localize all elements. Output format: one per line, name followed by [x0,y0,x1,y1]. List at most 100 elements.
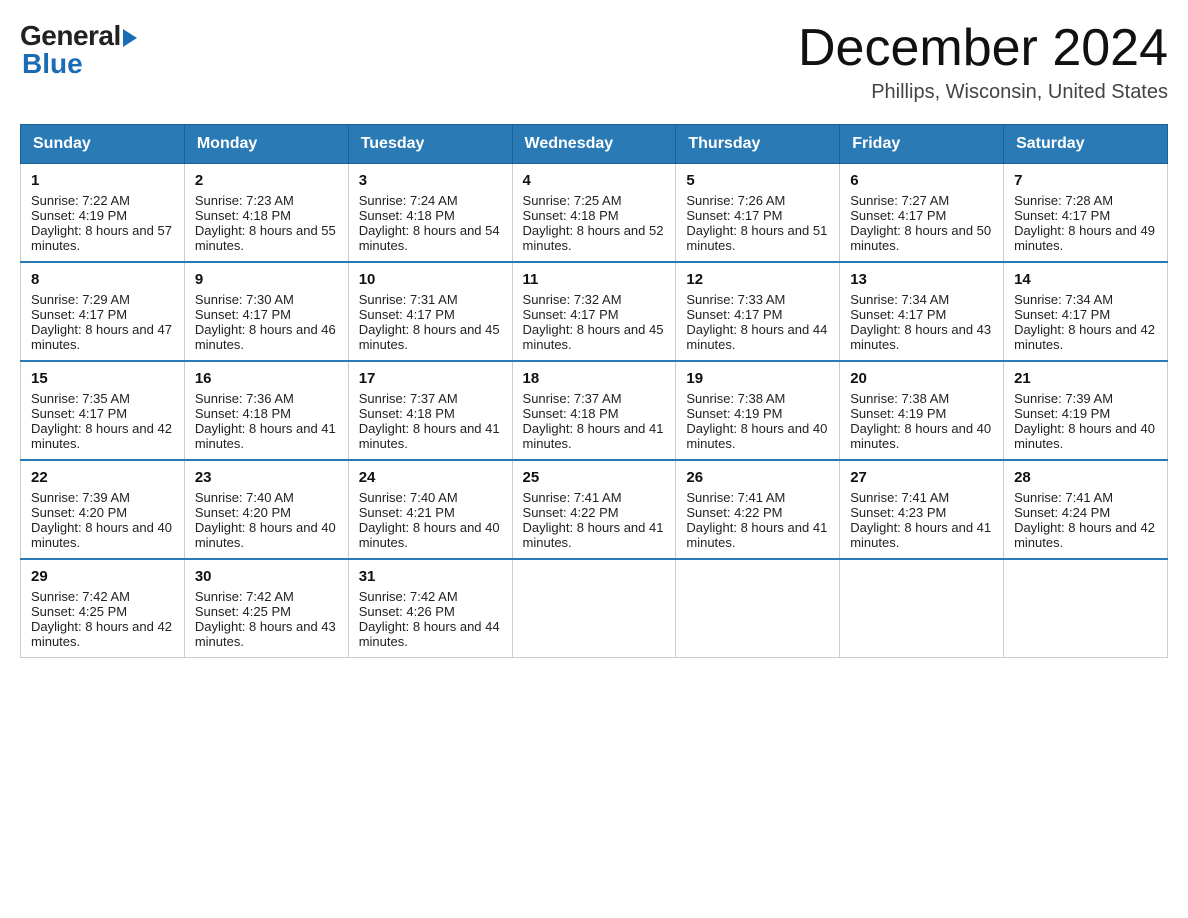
calendar-week-row: 22Sunrise: 7:39 AMSunset: 4:20 PMDayligh… [21,460,1168,559]
calendar-day-cell: 2Sunrise: 7:23 AMSunset: 4:18 PMDaylight… [184,164,348,263]
day-number: 30 [195,568,338,585]
day-number: 23 [195,469,338,486]
calendar-week-row: 15Sunrise: 7:35 AMSunset: 4:17 PMDayligh… [21,361,1168,460]
day-content: 16Sunrise: 7:36 AMSunset: 4:18 PMDayligh… [195,370,338,451]
sunrise-info: Sunrise: 7:22 AM [31,193,174,208]
calendar-day-cell: 27Sunrise: 7:41 AMSunset: 4:23 PMDayligh… [840,460,1004,559]
sunrise-info: Sunrise: 7:41 AM [850,490,993,505]
daylight-info: Daylight: 8 hours and 42 minutes. [31,421,174,451]
day-number: 20 [850,370,993,387]
daylight-info: Daylight: 8 hours and 46 minutes. [195,322,338,352]
sunrise-info: Sunrise: 7:41 AM [686,490,829,505]
sunset-info: Sunset: 4:19 PM [850,406,993,421]
day-content: 29Sunrise: 7:42 AMSunset: 4:25 PMDayligh… [31,568,174,649]
sunrise-info: Sunrise: 7:38 AM [686,391,829,406]
day-number: 7 [1014,172,1157,189]
calendar-header-wednesday: Wednesday [512,125,676,164]
calendar-day-cell: 8Sunrise: 7:29 AMSunset: 4:17 PMDaylight… [21,262,185,361]
day-content: 4Sunrise: 7:25 AMSunset: 4:18 PMDaylight… [523,172,666,253]
sunset-info: Sunset: 4:19 PM [686,406,829,421]
sunrise-info: Sunrise: 7:39 AM [1014,391,1157,406]
month-year-title: December 2024 [798,20,1168,77]
calendar-header-thursday: Thursday [676,125,840,164]
calendar-day-cell: 30Sunrise: 7:42 AMSunset: 4:25 PMDayligh… [184,559,348,658]
sunset-info: Sunset: 4:17 PM [195,307,338,322]
daylight-info: Daylight: 8 hours and 47 minutes. [31,322,174,352]
sunset-info: Sunset: 4:25 PM [31,604,174,619]
calendar-day-cell: 22Sunrise: 7:39 AMSunset: 4:20 PMDayligh… [21,460,185,559]
sunset-info: Sunset: 4:18 PM [359,406,502,421]
sunrise-info: Sunrise: 7:33 AM [686,292,829,307]
day-number: 3 [359,172,502,189]
sunrise-info: Sunrise: 7:37 AM [359,391,502,406]
calendar-header-monday: Monday [184,125,348,164]
sunrise-info: Sunrise: 7:37 AM [523,391,666,406]
day-content: 8Sunrise: 7:29 AMSunset: 4:17 PMDaylight… [31,271,174,352]
calendar-day-cell: 16Sunrise: 7:36 AMSunset: 4:18 PMDayligh… [184,361,348,460]
calendar-day-cell: 13Sunrise: 7:34 AMSunset: 4:17 PMDayligh… [840,262,1004,361]
logo-arrow-icon [123,29,137,47]
calendar-day-cell: 6Sunrise: 7:27 AMSunset: 4:17 PMDaylight… [840,164,1004,263]
sunset-info: Sunset: 4:17 PM [523,307,666,322]
sunrise-info: Sunrise: 7:25 AM [523,193,666,208]
day-content: 22Sunrise: 7:39 AMSunset: 4:20 PMDayligh… [31,469,174,550]
day-number: 13 [850,271,993,288]
sunrise-info: Sunrise: 7:40 AM [195,490,338,505]
daylight-info: Daylight: 8 hours and 54 minutes. [359,223,502,253]
day-number: 22 [31,469,174,486]
sunrise-info: Sunrise: 7:41 AM [1014,490,1157,505]
sunset-info: Sunset: 4:17 PM [359,307,502,322]
daylight-info: Daylight: 8 hours and 40 minutes. [686,421,829,451]
calendar-day-cell: 12Sunrise: 7:33 AMSunset: 4:17 PMDayligh… [676,262,840,361]
day-content: 19Sunrise: 7:38 AMSunset: 4:19 PMDayligh… [686,370,829,451]
sunset-info: Sunset: 4:18 PM [195,208,338,223]
daylight-info: Daylight: 8 hours and 44 minutes. [359,619,502,649]
sunrise-info: Sunrise: 7:28 AM [1014,193,1157,208]
daylight-info: Daylight: 8 hours and 40 minutes. [31,520,174,550]
calendar-day-cell: 25Sunrise: 7:41 AMSunset: 4:22 PMDayligh… [512,460,676,559]
day-content: 15Sunrise: 7:35 AMSunset: 4:17 PMDayligh… [31,370,174,451]
calendar-day-cell: 15Sunrise: 7:35 AMSunset: 4:17 PMDayligh… [21,361,185,460]
calendar-header-row: SundayMondayTuesdayWednesdayThursdayFrid… [21,125,1168,164]
day-content: 25Sunrise: 7:41 AMSunset: 4:22 PMDayligh… [523,469,666,550]
day-content: 13Sunrise: 7:34 AMSunset: 4:17 PMDayligh… [850,271,993,352]
day-content: 26Sunrise: 7:41 AMSunset: 4:22 PMDayligh… [686,469,829,550]
day-number: 27 [850,469,993,486]
day-number: 17 [359,370,502,387]
sunset-info: Sunset: 4:25 PM [195,604,338,619]
day-number: 26 [686,469,829,486]
calendar-day-cell: 14Sunrise: 7:34 AMSunset: 4:17 PMDayligh… [1004,262,1168,361]
sunrise-info: Sunrise: 7:40 AM [359,490,502,505]
day-number: 5 [686,172,829,189]
calendar-week-row: 29Sunrise: 7:42 AMSunset: 4:25 PMDayligh… [21,559,1168,658]
sunset-info: Sunset: 4:17 PM [686,307,829,322]
day-content: 18Sunrise: 7:37 AMSunset: 4:18 PMDayligh… [523,370,666,451]
day-content: 3Sunrise: 7:24 AMSunset: 4:18 PMDaylight… [359,172,502,253]
day-content: 30Sunrise: 7:42 AMSunset: 4:25 PMDayligh… [195,568,338,649]
daylight-info: Daylight: 8 hours and 51 minutes. [686,223,829,253]
calendar-day-cell: 7Sunrise: 7:28 AMSunset: 4:17 PMDaylight… [1004,164,1168,263]
daylight-info: Daylight: 8 hours and 43 minutes. [195,619,338,649]
calendar-day-cell: 4Sunrise: 7:25 AMSunset: 4:18 PMDaylight… [512,164,676,263]
sunset-info: Sunset: 4:22 PM [686,505,829,520]
sunrise-info: Sunrise: 7:38 AM [850,391,993,406]
sunset-info: Sunset: 4:18 PM [523,406,666,421]
title-block: December 2024 Phillips, Wisconsin, Unite… [798,20,1168,104]
daylight-info: Daylight: 8 hours and 41 minutes. [523,421,666,451]
logo: General Blue [20,20,137,80]
day-content: 23Sunrise: 7:40 AMSunset: 4:20 PMDayligh… [195,469,338,550]
day-content: 6Sunrise: 7:27 AMSunset: 4:17 PMDaylight… [850,172,993,253]
day-content: 27Sunrise: 7:41 AMSunset: 4:23 PMDayligh… [850,469,993,550]
day-content: 7Sunrise: 7:28 AMSunset: 4:17 PMDaylight… [1014,172,1157,253]
daylight-info: Daylight: 8 hours and 57 minutes. [31,223,174,253]
calendar-day-cell [512,559,676,658]
day-number: 31 [359,568,502,585]
sunset-info: Sunset: 4:21 PM [359,505,502,520]
day-number: 24 [359,469,502,486]
day-number: 25 [523,469,666,486]
sunset-info: Sunset: 4:26 PM [359,604,502,619]
daylight-info: Daylight: 8 hours and 45 minutes. [523,322,666,352]
calendar-day-cell [840,559,1004,658]
day-content: 5Sunrise: 7:26 AMSunset: 4:17 PMDaylight… [686,172,829,253]
daylight-info: Daylight: 8 hours and 41 minutes. [359,421,502,451]
